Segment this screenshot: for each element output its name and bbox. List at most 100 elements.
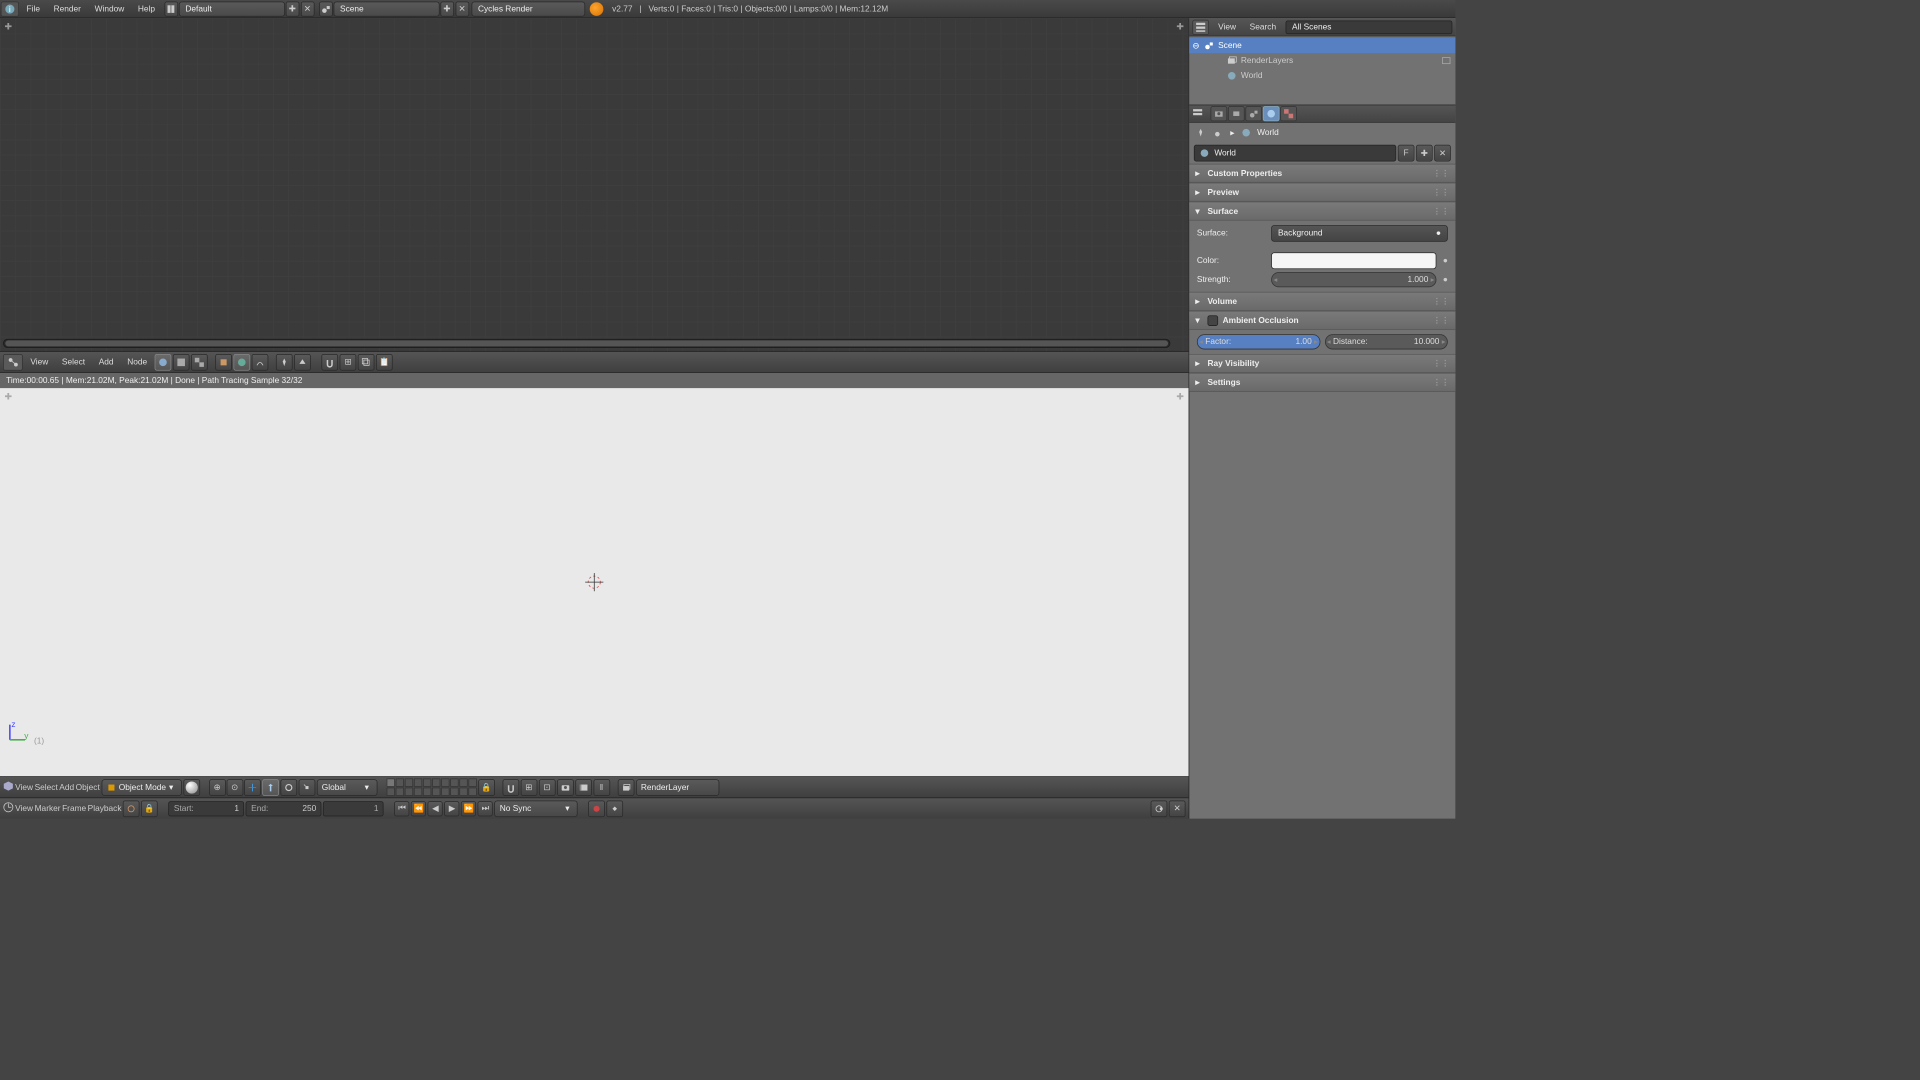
scale-gizmo-icon[interactable] [298, 779, 315, 796]
panel-header-custom[interactable]: ▸Custom Properties⋮⋮ [1189, 164, 1455, 182]
outliner-menu-search[interactable]: Search [1245, 22, 1281, 31]
outliner-display-mode[interactable]: All Scenes [1285, 20, 1452, 34]
render-anim-icon[interactable] [575, 779, 592, 796]
object-shader-icon[interactable] [215, 354, 232, 371]
split-corner-icon[interactable]: ✚ [5, 21, 13, 32]
node-menu-add[interactable]: Add [93, 357, 120, 366]
menu-file[interactable]: File [20, 0, 47, 18]
renderlayer-browse-icon[interactable] [617, 779, 634, 796]
panel-header-surface[interactable]: ▾Surface⋮⋮ [1189, 202, 1455, 220]
new-world-icon[interactable]: ✚ [1416, 145, 1433, 162]
translate-gizmo-icon[interactable] [262, 779, 279, 796]
tab-renderlayers-icon[interactable] [1228, 106, 1245, 121]
add-scene-icon[interactable]: ✚ [440, 1, 454, 16]
3d-menu-add[interactable]: Add [59, 783, 74, 792]
current-frame-field[interactable]: 1 [323, 801, 384, 816]
tree-scene-row[interactable]: ⊖ Scene [1189, 38, 1455, 53]
tl-menu-frame[interactable]: Frame [62, 804, 86, 813]
tree-world-row[interactable]: World [1189, 68, 1455, 83]
copy-nodes-icon[interactable] [358, 354, 375, 371]
panel-header-volume[interactable]: ▸Volume⋮⋮ [1189, 293, 1455, 311]
jump-start-icon[interactable]: ⏮ [394, 801, 409, 816]
play-reverse-icon[interactable]: ◀ [428, 801, 443, 816]
panel-header-settings[interactable]: ▸Settings⋮⋮ [1189, 374, 1455, 392]
ao-enable-checkbox[interactable] [1207, 315, 1218, 326]
editor-type-3dview-icon[interactable] [3, 781, 14, 794]
node-menu-select[interactable]: Select [56, 357, 91, 366]
tl-menu-playback[interactable]: Playback [88, 804, 122, 813]
horizontal-scrollbar[interactable] [3, 339, 1170, 348]
delete-scene-icon[interactable]: ✕ [455, 1, 469, 16]
tab-render-icon[interactable] [1211, 106, 1228, 121]
play-icon[interactable]: ▶ [444, 801, 459, 816]
3d-menu-select[interactable]: Select [35, 783, 58, 792]
rotate-gizmo-icon[interactable] [280, 779, 297, 796]
go-parent-icon[interactable] [294, 354, 311, 371]
surface-type-select[interactable]: Background● [1271, 225, 1448, 242]
snap-target-icon[interactable]: ⊡ [539, 779, 556, 796]
tl-menu-view[interactable]: View [15, 804, 33, 813]
jump-end-icon[interactable]: ⏭ [478, 801, 493, 816]
tab-scene-icon[interactable] [1245, 106, 1262, 121]
shader-tree-icon[interactable] [155, 354, 172, 371]
tree-renderlayers-row[interactable]: RenderLayers [1189, 53, 1455, 68]
ao-factor-slider[interactable]: Factor:1.00 [1197, 334, 1320, 349]
panel-header-preview[interactable]: ▸Preview⋮⋮ [1189, 183, 1455, 201]
manipulator-icon[interactable] [244, 779, 261, 796]
compositor-tree-icon[interactable] [173, 354, 190, 371]
tab-world-icon[interactable] [1263, 106, 1280, 121]
node-editor-region[interactable]: ✚ ✚ [0, 18, 1189, 352]
pause-render-icon[interactable]: ‖ [593, 779, 610, 796]
split-corner-icon[interactable]: ✚ [5, 391, 13, 402]
lock-range-icon[interactable]: 🔒 [141, 800, 158, 817]
tab-texture-icon[interactable] [1280, 106, 1297, 121]
renderlayer-select[interactable]: RenderLayer [636, 779, 719, 796]
strength-slider[interactable]: 1.000 [1271, 272, 1437, 287]
shading-select[interactable] [183, 779, 200, 796]
render-image-icon[interactable] [557, 779, 574, 796]
3d-viewport[interactable]: ✚ ✚ zy (1) [0, 388, 1189, 776]
scene-browse-icon[interactable] [319, 1, 333, 16]
pivot-individual-icon[interactable]: ⊙ [226, 779, 243, 796]
editor-type-node-icon[interactable] [3, 354, 23, 371]
editor-type-outliner-icon[interactable] [1192, 19, 1209, 34]
outliner-tree[interactable]: ⊖ Scene RenderLayers World [1189, 36, 1455, 104]
texture-tree-icon[interactable] [191, 354, 208, 371]
delete-layout-icon[interactable]: ✕ [301, 1, 315, 16]
keyframe-next-icon[interactable]: ⏩ [461, 801, 476, 816]
world-shader-icon[interactable] [234, 354, 251, 371]
key-delete-icon[interactable]: ✕ [1169, 800, 1186, 817]
end-frame-field[interactable]: End:250 [246, 801, 322, 816]
orientation-select[interactable]: Global▾ [316, 779, 377, 796]
sync-mode-select[interactable]: No Sync▾ [494, 800, 577, 817]
key-insert-icon[interactable] [1151, 800, 1168, 817]
pin-icon[interactable] [276, 354, 293, 371]
keyframe-prev-icon[interactable]: ⏪ [411, 801, 426, 816]
panel-header-ao[interactable]: ▾Ambient Occlusion⋮⋮ [1189, 312, 1455, 330]
outliner-menu-view[interactable]: View [1214, 22, 1241, 31]
pivot-icon[interactable]: ⊕ [209, 779, 226, 796]
panel-header-ray[interactable]: ▸Ray Visibility⋮⋮ [1189, 355, 1455, 373]
tl-menu-marker[interactable]: Marker [35, 804, 61, 813]
scene-select[interactable]: Scene [333, 1, 439, 16]
layer-buttons[interactable] [386, 778, 476, 795]
menu-help[interactable]: Help [131, 0, 162, 18]
lock-camera-icon[interactable]: 🔒 [478, 779, 495, 796]
keying-set-icon[interactable] [607, 800, 624, 817]
3d-menu-view[interactable]: View [15, 783, 33, 792]
node-menu-view[interactable]: View [24, 357, 54, 366]
snap-type-icon[interactable]: ⊞ [340, 354, 357, 371]
screen-layout-select[interactable]: Default [179, 1, 285, 16]
pin-icon[interactable] [1194, 126, 1208, 140]
render-engine-select[interactable]: Cycles Render [471, 1, 585, 16]
autokey-icon[interactable] [588, 800, 605, 817]
3d-menu-object[interactable]: Object [76, 783, 100, 792]
paste-nodes-icon[interactable]: 📋 [376, 354, 393, 371]
menu-window[interactable]: Window [88, 0, 131, 18]
range-toggle-icon[interactable] [123, 800, 140, 817]
mode-select[interactable]: Object Mode▾ [101, 779, 181, 796]
world-color-field[interactable] [1271, 252, 1437, 269]
snap-toggle-icon[interactable] [502, 779, 519, 796]
editor-type-info-icon[interactable]: i [1, 1, 19, 16]
scene-bc-icon[interactable] [1212, 126, 1226, 140]
